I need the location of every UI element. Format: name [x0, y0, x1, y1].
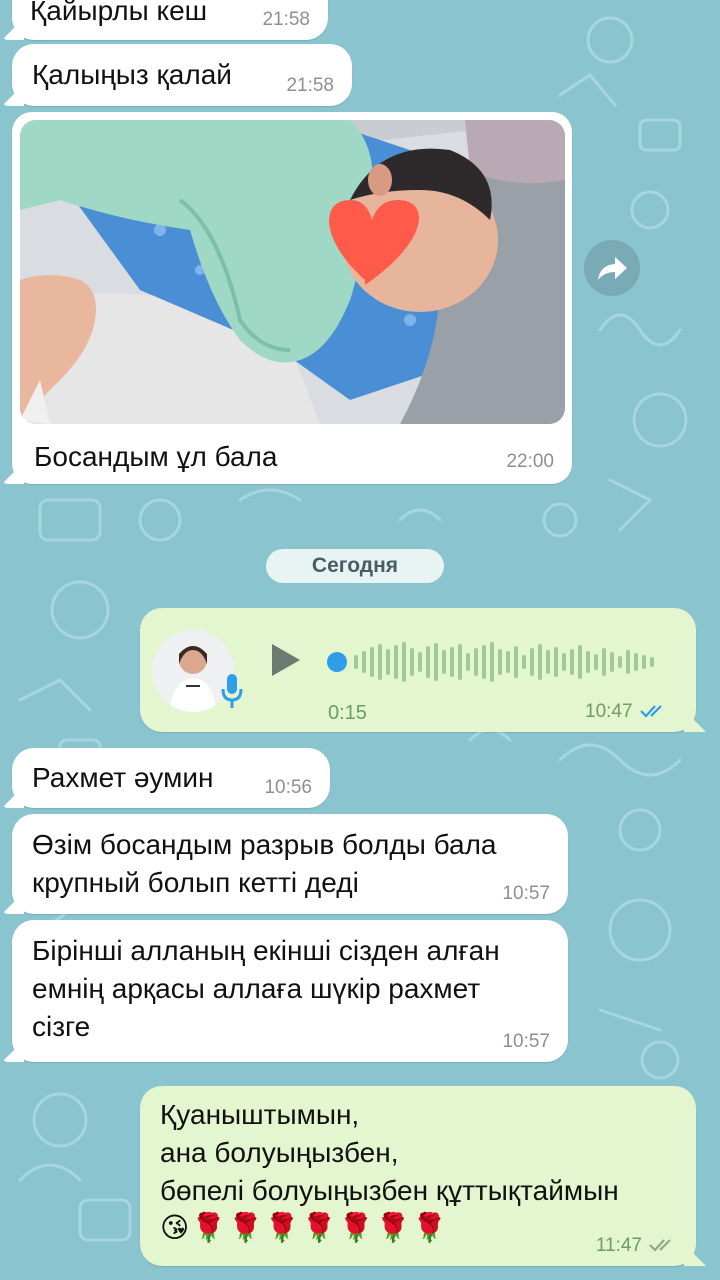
baby-photo[interactable] [20, 120, 565, 424]
waveform-bar [442, 650, 446, 674]
message-text: Бірінші алланың екінші сізден алған емні… [32, 935, 500, 1042]
waveform-bar [506, 651, 510, 673]
waveform-bar [530, 648, 534, 676]
waveform-bar [378, 644, 382, 680]
message-incoming[interactable]: Бірінші алланың екінші сізден алған емні… [12, 920, 568, 1062]
waveform-bar [618, 656, 622, 668]
message-time: 11:47 [596, 1236, 678, 1256]
waveform-bar [450, 647, 454, 677]
waveform-bar [490, 642, 494, 682]
message-incoming[interactable]: Рахмет әумин 10:56 [12, 748, 330, 808]
waveform-bar [650, 657, 654, 667]
waveform-bar [546, 650, 550, 674]
waveform-bar [394, 645, 398, 679]
waveform-bar [362, 651, 366, 673]
play-icon[interactable] [268, 642, 302, 678]
waveform-bar [386, 649, 390, 675]
message-time: 10:47 [585, 702, 669, 722]
message-incoming[interactable]: Қалыңыз қалай 21:58 [12, 44, 352, 106]
message-time: 10:56 [264, 777, 312, 798]
waveform-bar [370, 647, 374, 677]
waveform-bar [466, 653, 470, 671]
waveform-bar [610, 652, 614, 672]
waveform-bar [426, 646, 430, 678]
waveform-bar [634, 653, 638, 671]
waveform-bar [602, 648, 606, 676]
microphone-icon [221, 674, 243, 708]
message-time: 21:58 [262, 9, 310, 30]
voice-waveform[interactable] [326, 640, 666, 684]
waveform-bar [474, 648, 478, 676]
waveform-bar [458, 644, 462, 680]
waveform-bar [570, 649, 574, 675]
date-separator: Сегодня [266, 549, 444, 583]
waveform-bar [562, 653, 566, 671]
double-check-icon [649, 1239, 671, 1252]
message-time: 22:00 [506, 451, 554, 472]
message-time: 21:58 [286, 75, 334, 96]
double-check-icon [639, 705, 662, 718]
waveform-bar [594, 654, 598, 670]
waveform-bar [354, 655, 358, 669]
message-text: Өзім босандым разрыв болды бала крупный … [32, 829, 497, 898]
waveform-bar [434, 643, 438, 681]
waveform-bar [538, 644, 542, 680]
waveform-bar [586, 651, 590, 673]
message-time: 10:57 [502, 1031, 550, 1052]
waveform-bar [410, 648, 414, 676]
waveform-bar [522, 655, 526, 669]
message-time: 10:57 [502, 883, 550, 904]
waveform-bar [642, 655, 646, 669]
waveform-bar [626, 650, 630, 674]
waveform-bar [482, 645, 486, 679]
photo-caption: Босандым ұл бала [34, 441, 278, 472]
message-text: Қуаныштымын, ана болуыңызбен, бөпелі бол… [160, 1099, 619, 1206]
forward-button[interactable] [584, 240, 640, 296]
message-outgoing[interactable]: Қуаныштымын, ана болуыңызбен, бөпелі бол… [140, 1086, 696, 1266]
photo-message[interactable]: Босандым ұл бала 22:00 [12, 112, 572, 484]
waveform-bar [498, 649, 502, 675]
waveform-bar [418, 652, 422, 672]
waveform-bar [578, 645, 582, 679]
waveform-bar [554, 647, 558, 677]
forward-icon [598, 257, 627, 280]
waveform-bar [514, 646, 518, 678]
message-incoming[interactable]: Қайырлы кеш 21:58 [12, 0, 328, 40]
waveform-bar [402, 642, 406, 682]
message-incoming[interactable]: Өзім босандым разрыв болды бала крупный … [12, 814, 568, 914]
voice-duration: 0:15 [328, 702, 367, 724]
